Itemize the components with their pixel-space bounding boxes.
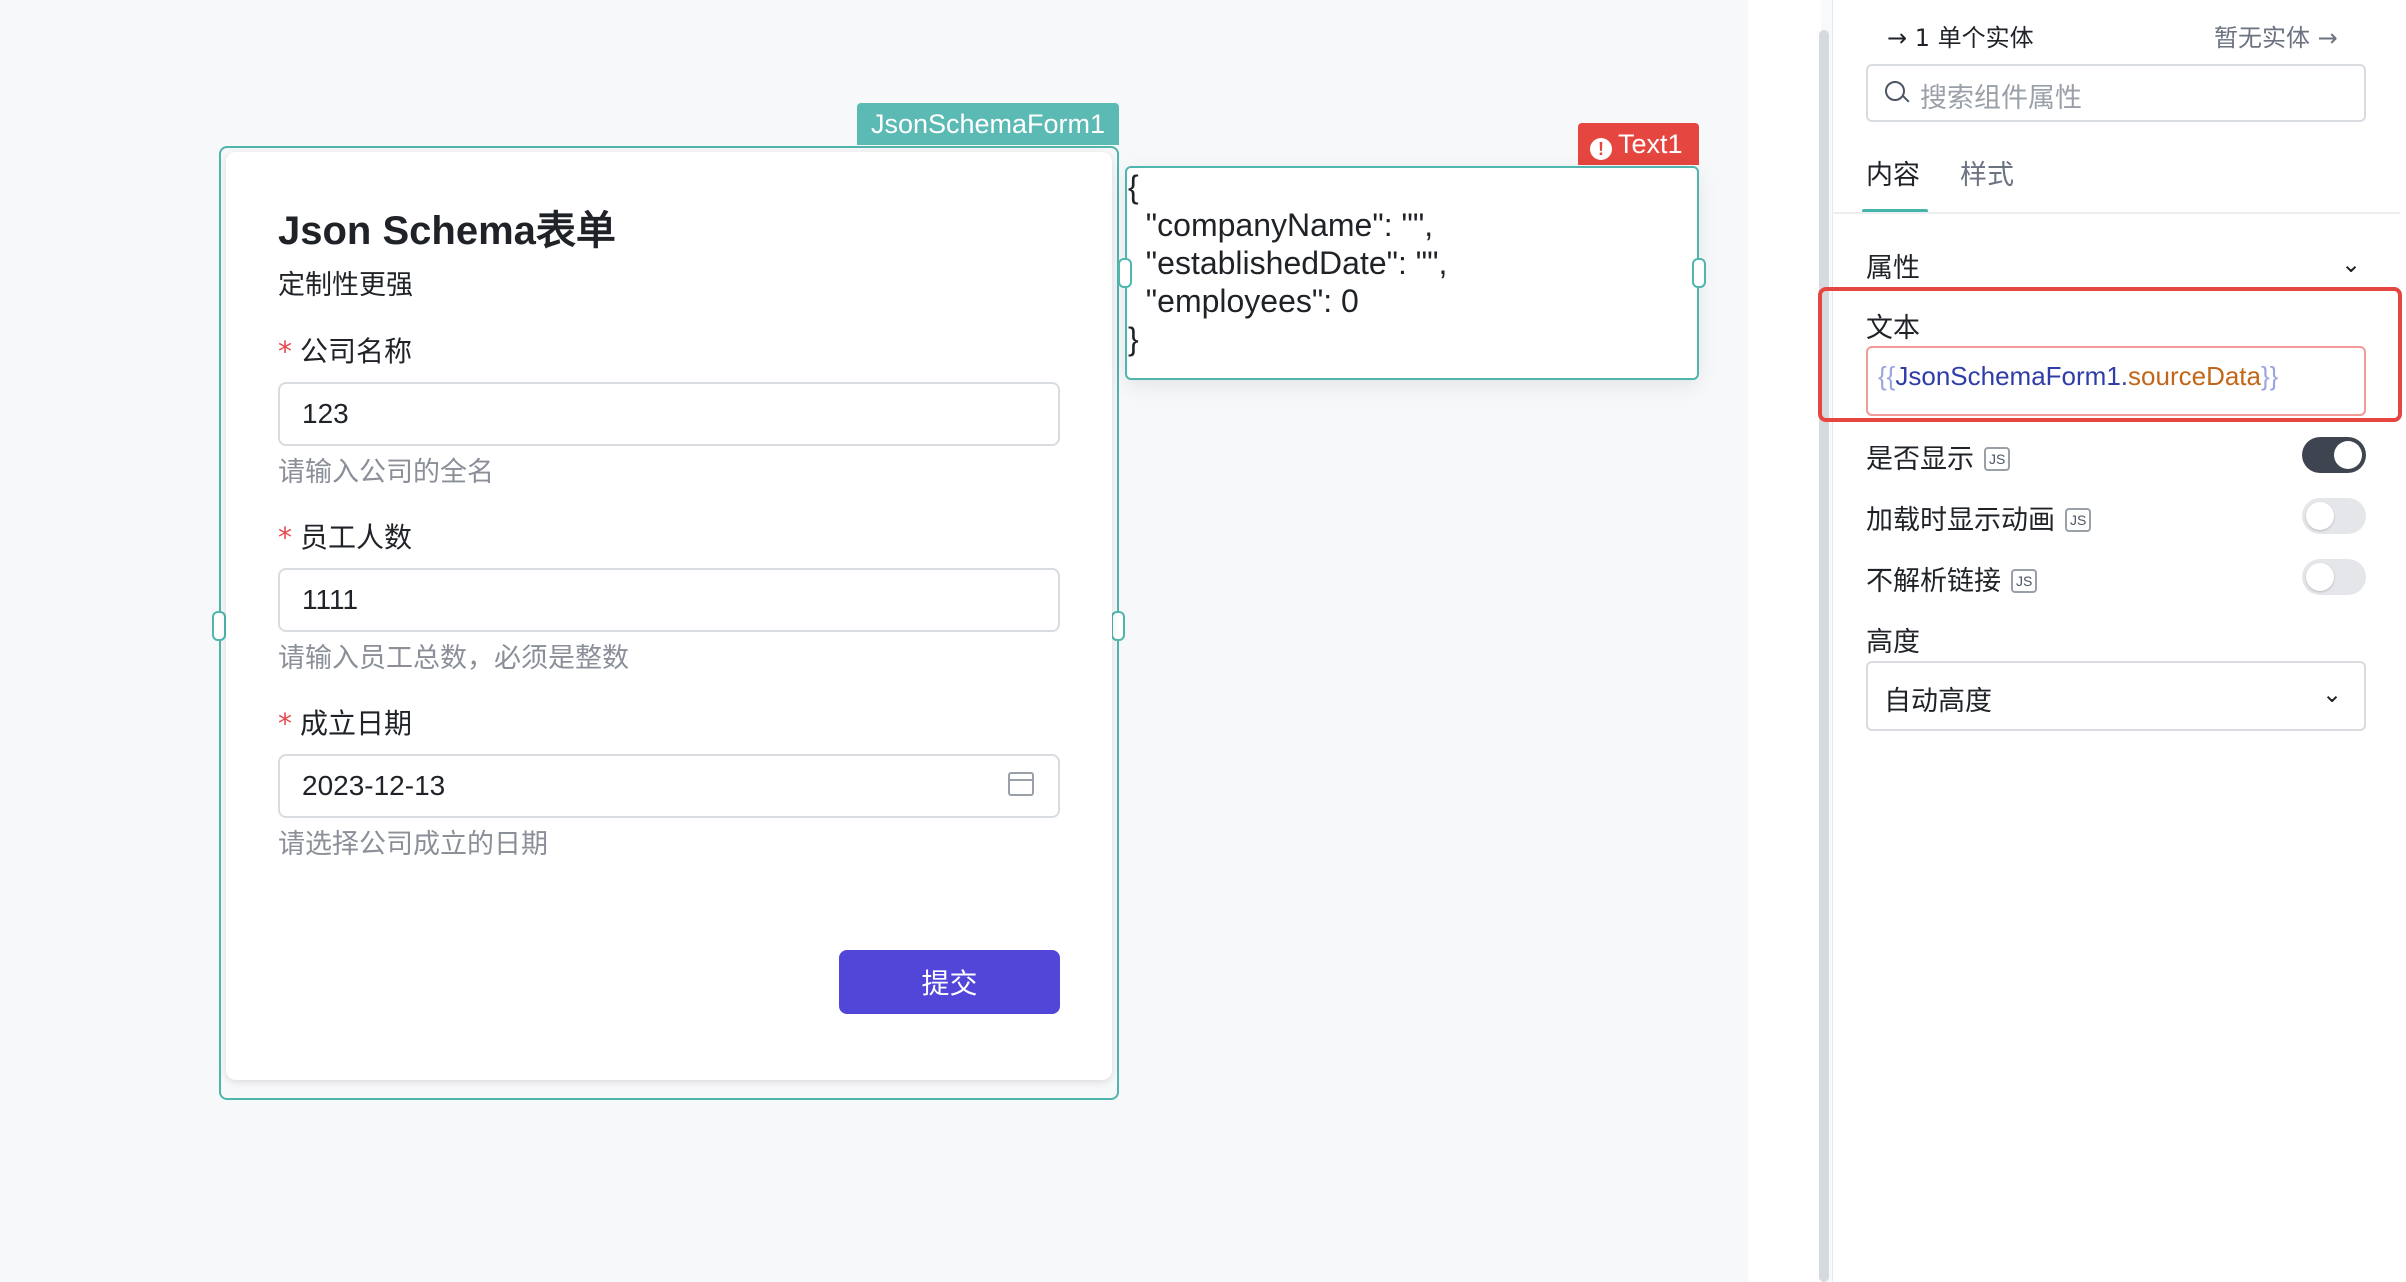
section-title-properties[interactable]: 属性 — [1866, 246, 1920, 285]
form-widget-resize-handle-left[interactable] — [212, 611, 226, 641]
option-loading-animation-label: 加载时显示动画 JS — [1866, 498, 2092, 537]
text-property-label: 文本 — [1866, 313, 1920, 344]
js-badge[interactable]: JS — [2011, 569, 2038, 593]
calendar-icon[interactable] — [1008, 772, 1034, 796]
option-visible-label: 是否显示 JS — [1866, 437, 2011, 476]
js-badge[interactable]: JS — [2065, 508, 2092, 532]
chevron-down-icon[interactable]: ⌄ — [2341, 250, 2361, 278]
field-hint-established-date: 请选择公司成立的日期 — [278, 829, 548, 860]
required-mark: * — [278, 335, 292, 368]
option-no-parse-links-toggle[interactable] — [2302, 559, 2366, 595]
search-icon — [1885, 81, 1905, 101]
entity-next-link[interactable]: 暂无实体 → — [2214, 18, 2338, 53]
employees-input[interactable]: 1111 — [278, 568, 1060, 632]
height-label: 高度 — [1866, 627, 1920, 658]
field-label-employees: * 员工人数 — [278, 521, 413, 554]
submit-button[interactable]: 提交 — [839, 950, 1060, 1014]
company-name-input[interactable]: 123 — [278, 382, 1060, 446]
field-hint-employees: 请输入员工总数，必须是整数 — [278, 643, 629, 674]
field-label-company-name: * 公司名称 — [278, 335, 413, 368]
form-widget-resize-handle-right[interactable] — [1111, 611, 1125, 641]
established-date-input[interactable]: 2023-12-13 — [278, 754, 1060, 818]
text-property-value[interactable]: {{JsonSchemaForm1.sourceData}} — [1878, 361, 2278, 392]
canvas-scrollbar[interactable] — [1819, 30, 1829, 1282]
text-widget-content: { "companyName": "", "establishedDate": … — [1128, 169, 1448, 357]
field-hint-company-name: 请输入公司的全名 — [278, 457, 494, 488]
canvas-gutter — [1748, 0, 1821, 1282]
tab-style[interactable]: 样式 — [1960, 153, 2014, 192]
required-mark: * — [278, 707, 292, 740]
option-loading-animation-toggle[interactable] — [2302, 498, 2366, 534]
form-title: Json Schema表单 — [278, 209, 616, 253]
option-no-parse-links-label: 不解析链接 JS — [1866, 559, 2038, 598]
option-visible-toggle[interactable] — [2302, 437, 2366, 473]
error-icon: ! — [1590, 138, 1612, 160]
js-badge[interactable]: JS — [1984, 447, 2011, 471]
required-mark: * — [278, 521, 292, 554]
search-placeholder: 搜索组件属性 — [1920, 83, 2082, 114]
tab-content[interactable]: 内容 — [1866, 153, 1920, 192]
field-label-established-date: * 成立日期 — [278, 707, 413, 740]
form-subtitle: 定制性更强 — [278, 270, 413, 301]
form-widget-tag[interactable]: JsonSchemaForm1 — [857, 103, 1119, 145]
height-select-value: 自动高度 — [1884, 686, 1992, 717]
chevron-down-icon[interactable]: ⌄ — [2322, 680, 2342, 708]
tab-divider — [1832, 212, 2400, 214]
text-widget-tag[interactable]: ! Text1 — [1578, 123, 1699, 165]
entity-prev-link[interactable]: → 1 单个实体 — [1887, 18, 2034, 53]
text-widget-resize-handle-right[interactable] — [1692, 258, 1706, 288]
